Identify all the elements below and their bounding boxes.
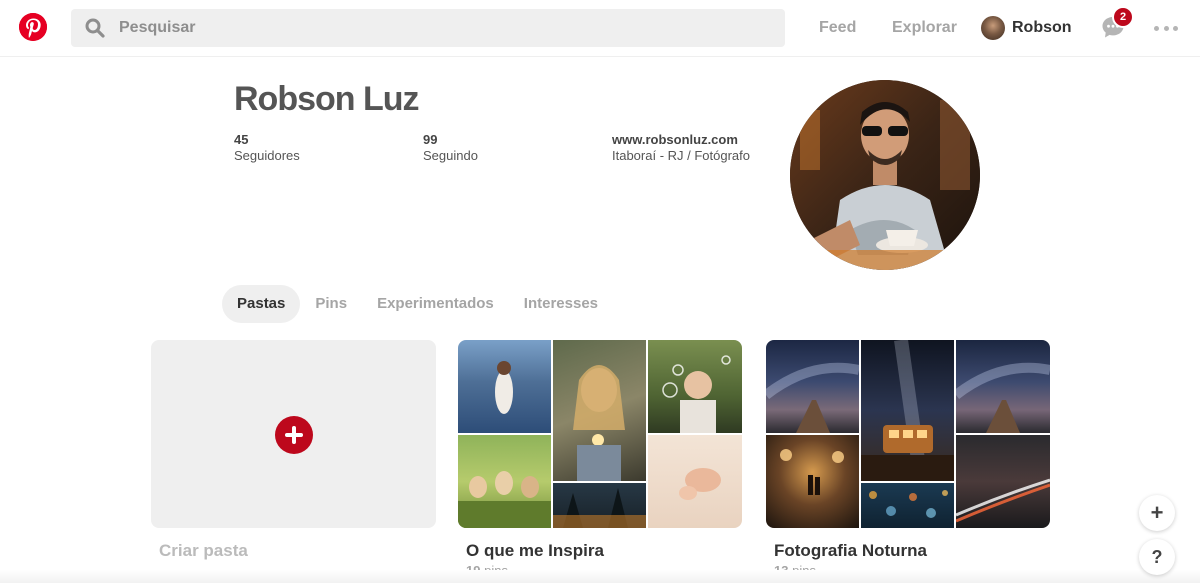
tab-pastas[interactable]: Pastas — [222, 285, 301, 323]
board-thumbnail — [861, 483, 954, 528]
create-board-label[interactable]: Criar pasta — [159, 541, 436, 561]
add-icon[interactable] — [275, 416, 313, 454]
following-count: 99 — [423, 132, 438, 147]
board-thumbnail — [553, 483, 646, 528]
board-thumbnail — [766, 340, 859, 433]
board-cover-collage[interactable] — [766, 340, 1050, 528]
board-title[interactable]: Fotografia Noturna — [774, 541, 1051, 561]
top-navigation-bar: Feed Explorar Robson 2 — [0, 0, 1200, 57]
followers-stat[interactable]: 45 Seguidores — [234, 132, 300, 164]
user-name: Robson — [1012, 19, 1072, 36]
tab-pins[interactable]: Pins — [300, 285, 362, 323]
nav-explore-link[interactable]: Explorar — [892, 19, 957, 37]
profile-photo — [790, 80, 980, 270]
avatar — [981, 16, 1005, 40]
create-board-card[interactable]: Criar pasta — [151, 340, 436, 561]
board-thumbnail — [458, 435, 551, 528]
ellipsis-dot-icon — [1173, 25, 1178, 31]
profile-name: Robson Luz — [234, 80, 420, 118]
board-thumbnail — [648, 340, 742, 433]
board-thumbnail — [766, 435, 859, 528]
more-options-button[interactable] — [1154, 18, 1178, 38]
following-label: Seguindo — [423, 148, 478, 163]
help-button[interactable]: ? — [1139, 539, 1175, 575]
bottom-fade — [0, 570, 1200, 583]
followers-label: Seguidores — [234, 148, 300, 163]
board-thumbnail — [956, 435, 1050, 528]
board-card[interactable]: Fotografia Noturna 13 pins — [766, 340, 1051, 578]
nav-feed-link[interactable]: Feed — [819, 19, 856, 37]
user-profile-link[interactable]: Robson — [981, 15, 1072, 41]
ellipsis-dot-icon — [1163, 25, 1169, 31]
create-board-box[interactable] — [151, 340, 436, 528]
search-icon — [85, 18, 105, 38]
profile-location: Itaboraí - RJ / Fotógrafo — [612, 148, 751, 163]
board-cover-collage[interactable] — [458, 340, 742, 528]
notification-badge: 2 — [1112, 6, 1134, 28]
profile-website-link[interactable]: www.robsonluz.com — [612, 132, 750, 148]
board-card[interactable]: O que me Inspira 19 pins — [458, 340, 743, 578]
board-thumbnail — [956, 340, 1050, 433]
following-stat[interactable]: 99 Seguindo — [423, 132, 478, 164]
board-thumbnail — [861, 340, 954, 481]
board-thumbnail — [648, 435, 742, 528]
tab-experimentados[interactable]: Experimentados — [362, 285, 509, 323]
followers-count: 45 — [234, 132, 249, 147]
search-input[interactable] — [119, 9, 759, 47]
profile-tabs: Pastas Pins Experimentados Interesses — [222, 285, 613, 323]
tab-interesses[interactable]: Interesses — [509, 285, 613, 323]
board-thumbnail — [458, 340, 551, 433]
profile-info: www.robsonluz.com Itaboraí - RJ / Fotógr… — [612, 132, 750, 164]
add-pin-button[interactable]: + — [1139, 495, 1175, 531]
search-bar[interactable] — [71, 9, 785, 47]
ellipsis-dot-icon — [1154, 25, 1159, 31]
board-thumbnail — [553, 340, 646, 481]
pinterest-logo-icon[interactable] — [19, 13, 47, 41]
board-title[interactable]: O que me Inspira — [466, 541, 743, 561]
